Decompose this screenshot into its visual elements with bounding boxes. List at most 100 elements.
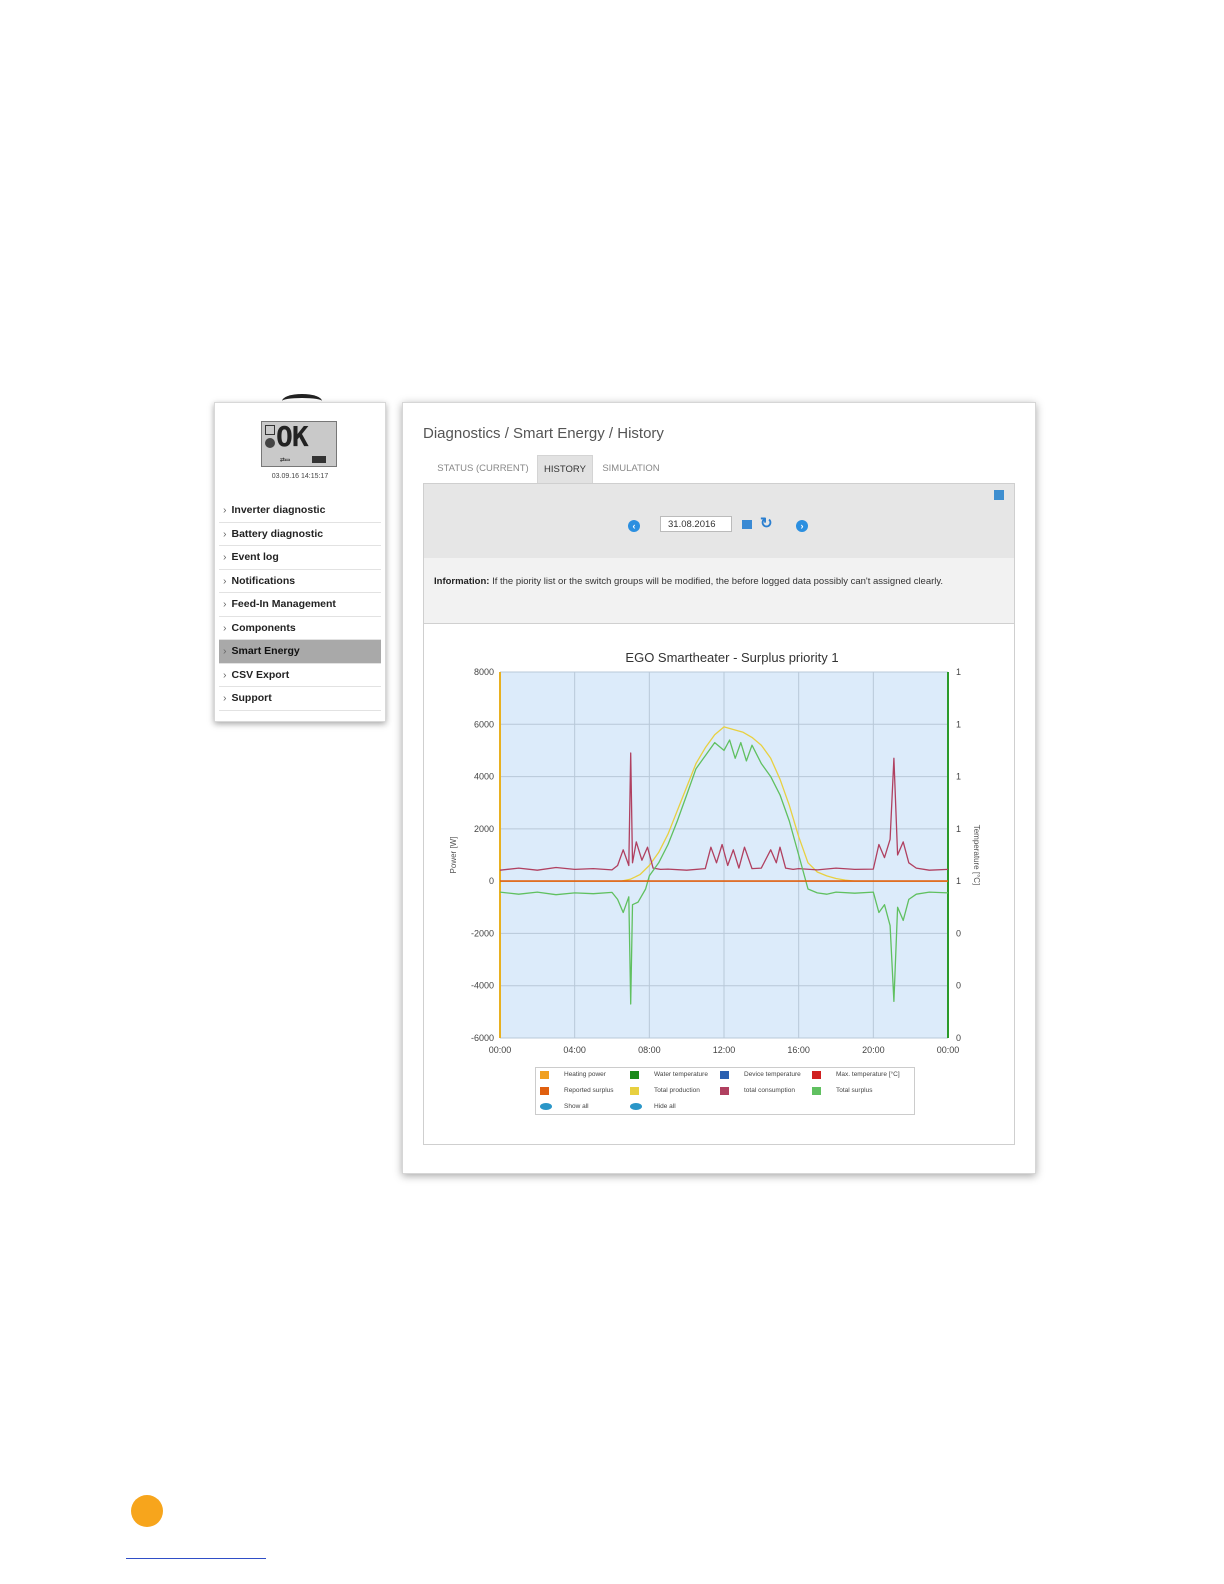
chevron-right-icon: › [223, 645, 227, 657]
chevron-right-icon: › [223, 621, 227, 634]
legend-label: Water temperature [654, 1071, 708, 1078]
legend-label: Heating power [564, 1071, 606, 1078]
legend-label: Total production [654, 1087, 700, 1094]
legend-swatch [812, 1071, 821, 1079]
refresh-icon[interactable]: ↻ [760, 514, 773, 532]
legend-swatch [540, 1071, 549, 1079]
legend-label: Total surplus [836, 1087, 873, 1094]
history-chart: 00:00 04:00 08:00 12:00 16:00 20:00 00:00 8000 1… [449, 650, 980, 1055]
information-label: Information: [434, 576, 490, 587]
legend-swatch [630, 1087, 639, 1095]
x-tick-label: 00:00 [489, 1045, 512, 1055]
x-tick-label: 12:00 [713, 1045, 736, 1055]
x-tick-label: 20:00 [862, 1045, 885, 1055]
y2-tick-label: 1 [956, 824, 961, 834]
legend-swatch [540, 1087, 549, 1095]
y2-tick-label: 1 [956, 719, 961, 729]
chevron-right-icon: › [223, 504, 227, 516]
sidebar-item-label: Event log [231, 551, 279, 563]
y-tick-label: -4000 [471, 981, 494, 991]
legend-label: total consumption [744, 1087, 795, 1094]
sidebar-item-smart-energy[interactable]: › Smart Energy [219, 640, 381, 664]
legend-action-label: Hide all [654, 1103, 676, 1110]
sidebar-item-components[interactable]: › Components [219, 617, 381, 640]
inverter-symbol-icon: ⇄▭ [280, 455, 290, 464]
tab-simulation[interactable]: SIMULATION [595, 455, 667, 483]
sidebar-item-label: Smart Energy [231, 645, 300, 657]
y-tick-label: 8000 [474, 667, 494, 677]
sidebar-item-label: Inverter diagnostic [231, 504, 326, 516]
information-text: If the piority list or the switch groups… [492, 576, 944, 587]
y2-tick-label: 1 [956, 876, 961, 886]
diagnostic-menu: › Inverter diagnostic › Battery diagnostic ›… [219, 499, 381, 711]
y-axis-label: Power [W] [449, 837, 458, 874]
previous-day-button[interactable]: ‹ [628, 520, 640, 532]
sidebar: OK ⇄▭ 03.09.16 14:15:17 › Inverter diagno… [214, 402, 386, 722]
legend-swatch [812, 1087, 821, 1095]
sidebar-item-label: CSV Export [231, 668, 290, 681]
date-navigation-bar: ‹ 31.08.2016 ↻ › [424, 484, 1014, 559]
lcd-status-text: OK [276, 420, 309, 453]
breadcrumb: Diagnostics / Smart Energy / History [423, 425, 664, 442]
calendar-icon[interactable] [742, 520, 752, 529]
y-tick-label: -2000 [471, 928, 494, 938]
grid-symbol-icon [265, 425, 275, 435]
battery-icon [312, 456, 326, 463]
y-tick-label: 0 [489, 876, 494, 886]
y2-tick-label: 0 [956, 981, 961, 991]
sidebar-item-label: Support [231, 692, 272, 704]
sidebar-item-notifications[interactable]: › Notifications [219, 570, 381, 593]
y2-tick-label: 0 [956, 928, 961, 938]
chevron-right-icon: › [223, 668, 227, 681]
legend-swatch [720, 1071, 729, 1079]
y2-tick-label: 0 [956, 1033, 961, 1043]
x-tick-label: 00:00 [937, 1045, 960, 1055]
y2-tick-label: 1 [956, 772, 961, 782]
status-lcd-display: OK ⇄▭ [261, 420, 337, 467]
sidebar-item-label: Battery diagnostic [231, 527, 324, 540]
y-tick-label: 4000 [474, 772, 494, 782]
y-tick-label: 2000 [474, 824, 494, 834]
legend-swatch [720, 1087, 729, 1095]
eye-icon [540, 1103, 552, 1110]
eye-icon [630, 1103, 642, 1110]
legend-action-label: Show all [564, 1103, 589, 1110]
y-tick-label: 6000 [474, 719, 494, 729]
chart-title: EGO Smartheater - Surplus priority 1 [625, 650, 838, 665]
sidebar-item-inverter-diagnostic[interactable]: › Inverter diagnostic [219, 499, 381, 523]
chart-legend: Heating power Water temperature Device tem… [535, 1067, 915, 1115]
sidebar-item-event-log[interactable]: › Event log [219, 546, 381, 570]
sidebar-item-label: Notifications [231, 574, 296, 587]
y2-axis-label: Temperature [°C] [972, 825, 980, 886]
x-tick-label: 16:00 [787, 1045, 810, 1055]
information-notice: Information: If the piority list or the … [424, 558, 1014, 624]
chevron-right-icon: › [223, 527, 227, 540]
tab-history[interactable]: HISTORY [537, 455, 593, 483]
lcd-timestamp: 03.09.16 14:15:17 [271, 473, 329, 480]
expand-icon[interactable] [994, 490, 1004, 500]
sidebar-item-support[interactable]: › Support [219, 687, 381, 711]
footer-rule [126, 1558, 266, 1559]
legend-label: Reported surplus [564, 1087, 614, 1094]
y2-tick-label: 1 [956, 667, 961, 677]
sun-symbol-icon [265, 438, 275, 448]
tab-status-current[interactable]: STATUS (CURRENT) [431, 455, 535, 483]
x-tick-label: 04:00 [563, 1045, 586, 1055]
chevron-right-icon: › [223, 551, 227, 563]
y-tick-label: -6000 [471, 1033, 494, 1043]
page-marker-dot [131, 1495, 163, 1527]
chevron-right-icon: › [223, 692, 227, 704]
legend-label: Device temperature [744, 1071, 801, 1078]
chevron-right-icon: › [223, 598, 227, 610]
next-day-button[interactable]: › [796, 520, 808, 532]
chevron-right-icon: › [223, 574, 227, 587]
x-tick-label: 08:00 [638, 1045, 661, 1055]
legend-label: Max. temperature [°C] [836, 1071, 900, 1078]
sidebar-item-battery-diagnostic[interactable]: › Battery diagnostic [219, 523, 381, 546]
date-input[interactable]: 31.08.2016 [660, 516, 732, 532]
sidebar-item-feed-in-management[interactable]: › Feed-In Management [219, 593, 381, 617]
sidebar-item-label: Components [231, 621, 296, 634]
sidebar-item-label: Feed-In Management [231, 598, 336, 610]
legend-swatch [630, 1071, 639, 1079]
sidebar-item-csv-export[interactable]: › CSV Export [219, 664, 381, 687]
